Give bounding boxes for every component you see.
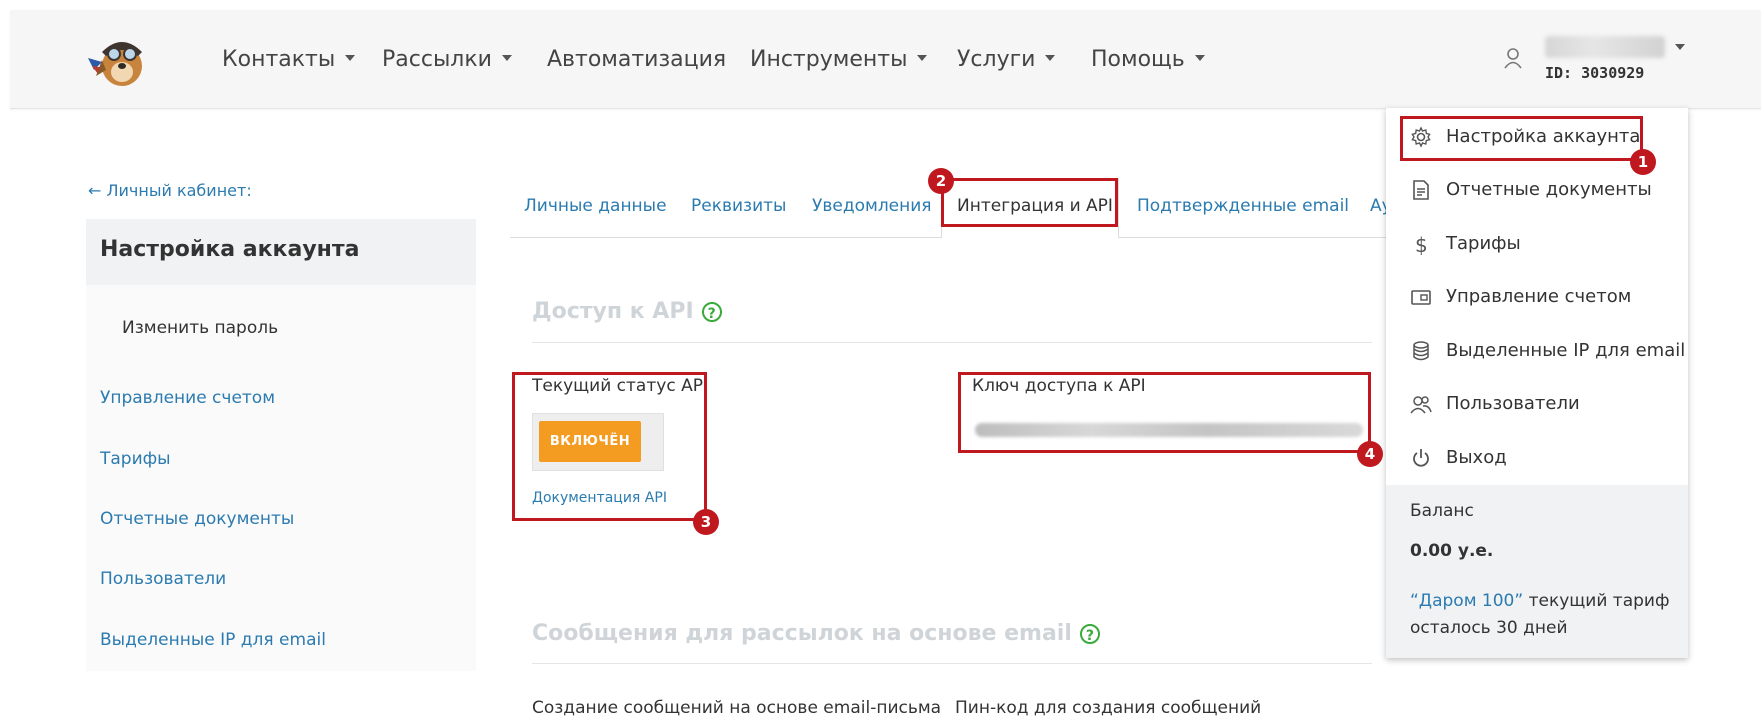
pin-code-label: Пин-код для создания сообщений: [955, 698, 1262, 718]
help-icon[interactable]: ?: [1079, 624, 1100, 644]
sidebar-item-users[interactable]: Пользователи: [100, 569, 226, 589]
sidebar-item-reports[interactable]: Отчетные документы: [100, 509, 294, 529]
nav-help[interactable]: Помощь: [1091, 47, 1205, 72]
api-section-title-text: Доступ к API: [532, 299, 694, 324]
user-id: ID: 3030929: [1545, 64, 1645, 82]
email-messages-label: Создание сообщений на основе email-письм…: [532, 698, 942, 718]
menu-item-users[interactable]: Пользователи: [1410, 390, 1580, 418]
menu-item-logout[interactable]: Выход: [1410, 444, 1507, 472]
days-left: осталось 30 дней: [1410, 618, 1568, 638]
annotation-badge-2: 2: [928, 168, 954, 194]
chevron-down-icon[interactable]: [1675, 44, 1685, 50]
nav-contacts[interactable]: Контакты: [222, 47, 356, 72]
annotation-badge-1: 1: [1630, 149, 1656, 175]
menu-item-dedicated-ip[interactable]: Выделенные IP для email: [1410, 337, 1685, 365]
tab-requisites[interactable]: Реквизиты: [691, 196, 786, 216]
section-divider: [532, 663, 1372, 664]
section-divider: [532, 342, 1372, 343]
menu-item-reports[interactable]: Отчетные документы: [1410, 176, 1652, 204]
menu-item-tariffs[interactable]: $ Тарифы: [1410, 230, 1521, 258]
nav-services[interactable]: Услуги: [957, 47, 1056, 72]
nav-tools-label: Инструменты: [750, 47, 908, 72]
tariff-info: “Даром 100” текущий тариф: [1410, 591, 1670, 611]
sidebar-item-account-settings: Настройка аккаунта: [100, 237, 360, 262]
nav-automation[interactable]: Автоматизация: [547, 47, 726, 72]
power-icon: [1413, 449, 1429, 467]
users-icon: [1410, 396, 1432, 414]
user-name-redacted[interactable]: [1545, 36, 1665, 58]
database-icon: [1413, 341, 1429, 361]
back-to-cabinet-link[interactable]: ← Личный кабинет:: [88, 181, 252, 200]
dollar-icon: $: [1415, 233, 1428, 255]
chevron-down-icon: [501, 55, 512, 61]
annotation-box-4: [958, 372, 1371, 453]
nav-contacts-label: Контакты: [222, 47, 336, 72]
balance-value: 0.00 у.е.: [1410, 541, 1494, 561]
nav-tools[interactable]: Инструменты: [750, 47, 928, 72]
tab-notifications[interactable]: Уведомления: [812, 196, 932, 216]
sidebar-panel: [86, 285, 476, 671]
document-icon: [1413, 180, 1429, 200]
nav-mailings-label: Рассылки: [382, 47, 492, 72]
balance-label: Баланс: [1410, 501, 1474, 521]
wallet-icon: [1411, 290, 1431, 305]
messages-section-title-text: Сообщения для рассылок на основе email: [532, 621, 1072, 646]
menu-item-dedicated-ip-label: Выделенные IP для email: [1446, 340, 1686, 361]
nav-mailings[interactable]: Рассылки: [382, 47, 512, 72]
menu-item-billing-label: Управление счетом: [1446, 286, 1632, 307]
tab-confirmed-email[interactable]: Подтвержденные email: [1137, 196, 1349, 216]
chevron-down-icon: [345, 55, 356, 61]
menu-item-users-label: Пользователи: [1446, 393, 1580, 414]
nav-help-label: Помощь: [1091, 47, 1185, 72]
tariff-suffix: текущий тариф: [1523, 591, 1670, 611]
chevron-down-icon: [917, 55, 928, 61]
help-icon[interactable]: ?: [701, 302, 722, 322]
menu-item-tariffs-label: Тарифы: [1446, 233, 1521, 254]
annotation-badge-4: 4: [1357, 441, 1383, 467]
chevron-down-icon: [1045, 55, 1056, 61]
menu-item-logout-label: Выход: [1446, 447, 1507, 468]
svg-text:$: $: [1415, 233, 1428, 255]
user-icon[interactable]: [1503, 47, 1523, 69]
chevron-down-icon: [1194, 55, 1205, 61]
nav-automation-label: Автоматизация: [547, 47, 727, 72]
sidebar-item-dedicated-ip[interactable]: Выделенные IP для email: [100, 630, 326, 650]
annotation-box-2: [941, 178, 1118, 227]
logo-icon[interactable]: [88, 30, 150, 90]
sidebar-item-change-password[interactable]: Изменить пароль: [122, 318, 278, 338]
nav-services-label: Услуги: [957, 47, 1036, 72]
annotation-box-1: [1400, 116, 1643, 161]
annotation-box-3: [512, 372, 707, 521]
api-section-title: Доступ к API?: [532, 299, 722, 324]
messages-section-title: Сообщения для рассылок на основе email?: [532, 621, 1100, 646]
tab-personal-data[interactable]: Личные данные: [524, 196, 667, 216]
tariff-link[interactable]: “Даром 100”: [1410, 591, 1523, 611]
sidebar-item-tariffs[interactable]: Тарифы: [100, 449, 171, 469]
sidebar-item-billing[interactable]: Управление счетом: [100, 388, 275, 408]
annotation-badge-3: 3: [693, 509, 719, 535]
menu-item-billing[interactable]: Управление счетом: [1410, 283, 1631, 311]
menu-item-reports-label: Отчетные документы: [1446, 179, 1652, 200]
